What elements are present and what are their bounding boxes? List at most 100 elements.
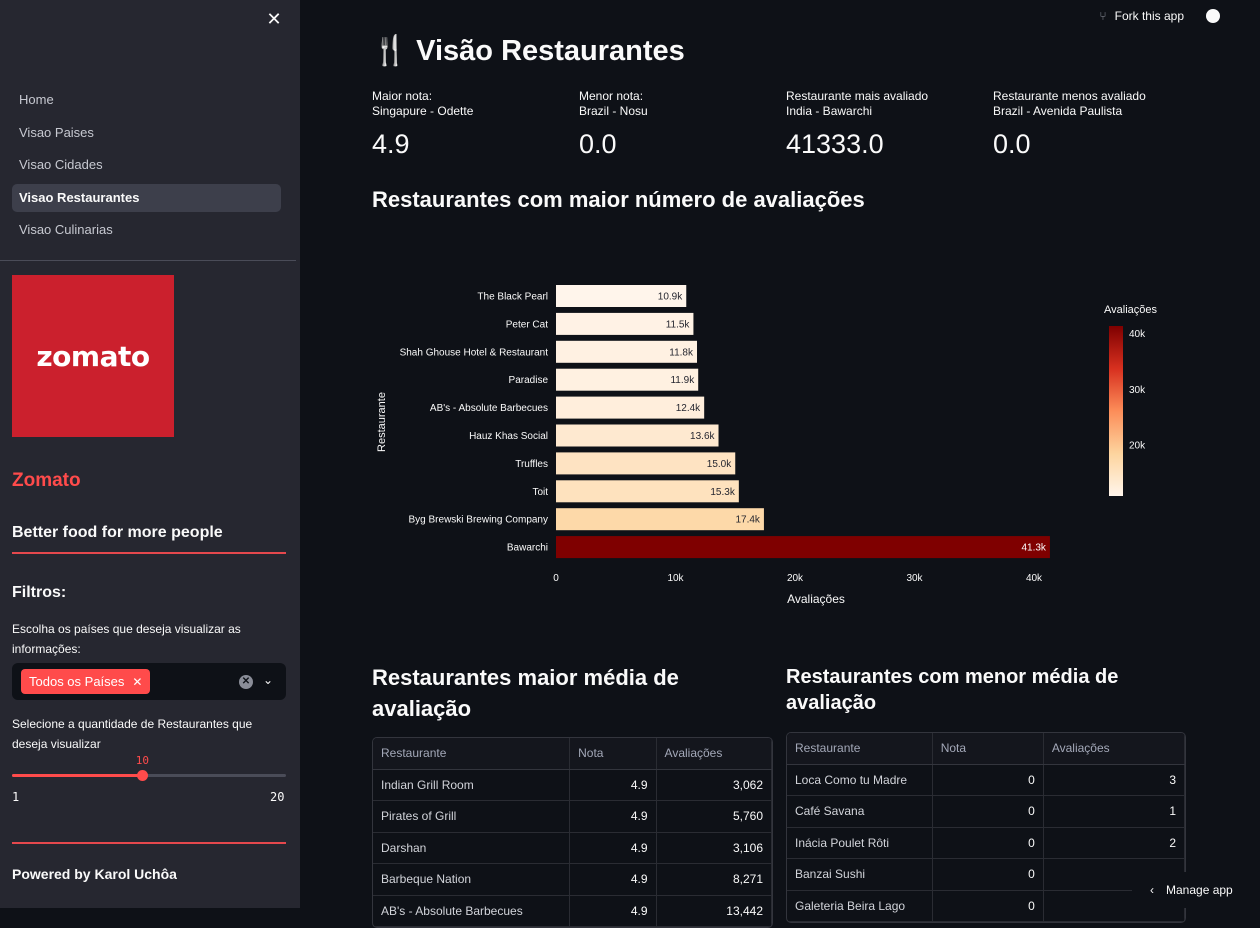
bar <box>556 536 1050 558</box>
chevron-down-icon[interactable]: ⌄ <box>261 673 275 687</box>
table-cell: Barbeque Nation <box>373 864 570 896</box>
table-cell: 3,062 <box>656 769 771 801</box>
colorbar-tick: 20k <box>1129 441 1146 452</box>
table-cell: 1 <box>1043 796 1184 828</box>
data-label: 12.4k <box>676 403 701 414</box>
category-label: Bawarchi <box>507 543 548 554</box>
countries-label: Escolha os países que deseja visualizar … <box>12 619 282 659</box>
table-cell: Loca Como tu Madre <box>787 764 932 796</box>
table-row[interactable]: Barbeque Nation4.98,271 <box>373 864 772 896</box>
table-cell: 4.9 <box>570 801 656 833</box>
table-cell: AB's - Absolute Barbecues <box>373 895 570 927</box>
table-cell: Café Savana <box>787 796 932 828</box>
fork-button[interactable]: Fork this app <box>1115 9 1184 23</box>
table-row[interactable]: AB's - Absolute Barbecues4.913,442 <box>373 895 772 927</box>
slider-value: 10 <box>136 754 149 767</box>
table-cell: Indian Grill Room <box>373 769 570 801</box>
data-label: 11.8k <box>669 347 694 358</box>
table-cell: Galeteria Beira Lago <box>787 890 932 922</box>
table-cell: 13,442 <box>656 895 771 927</box>
filters-title: Filtros: <box>12 584 66 602</box>
brand-title: Zomato <box>12 470 81 492</box>
sidebar-nav: Home Visao Paises Visao Cidades Visao Re… <box>12 86 281 249</box>
x-tick-label: 0 <box>553 573 559 584</box>
category-label: Toit <box>532 487 548 498</box>
column-header[interactable]: Avaliações <box>656 738 771 769</box>
category-label: The Black Pearl <box>477 292 548 303</box>
fork-icon[interactable]: ⑂ <box>1099 9 1106 23</box>
powered-by: Powered by Karol Uchôa <box>12 866 177 882</box>
table-row[interactable]: Pirates of Grill4.95,760 <box>373 801 772 833</box>
clear-all-icon[interactable]: ✕ <box>239 675 253 689</box>
category-label: Truffles <box>515 459 548 470</box>
column-header[interactable]: Nota <box>932 733 1043 764</box>
tagline-divider <box>12 552 286 554</box>
table-cell: 4.9 <box>570 895 656 927</box>
metric-maior-nota: Maior nota:Singapure - Odette4.9 <box>372 89 572 160</box>
worst-table[interactable]: RestauranteNotaAvaliaçõesLoca Como tu Ma… <box>786 732 1186 923</box>
table-cell: 0 <box>932 827 1043 859</box>
table-cell: 4.9 <box>570 832 656 864</box>
metric-mais-avaliado: Restaurante mais avaliadoIndia - Bawarch… <box>786 89 986 160</box>
table-row[interactable]: Indian Grill Room4.93,062 <box>373 769 772 801</box>
table-row[interactable]: Banzai Sushi0 <box>787 859 1185 891</box>
qty-label: Selecione a quantidade de Restaurantes q… <box>12 714 282 754</box>
table-row[interactable]: Darshan4.93,106 <box>373 832 772 864</box>
nav-home[interactable]: Home <box>12 86 281 114</box>
nav-visao-restaurantes[interactable]: Visao Restaurantes <box>12 184 281 212</box>
restaurants-slider[interactable] <box>12 774 286 777</box>
data-label: 15.0k <box>707 459 732 470</box>
data-label: 15.3k <box>710 487 735 498</box>
best-table[interactable]: RestauranteNotaAvaliaçõesIndian Grill Ro… <box>372 737 773 928</box>
y-axis-label: Restaurante <box>376 392 388 452</box>
table-row[interactable]: Inácia Poulet Rôti02 <box>787 827 1185 859</box>
x-tick-label: 40k <box>1026 573 1043 584</box>
table-cell: 0 <box>932 859 1043 891</box>
table-cell: 0 <box>932 764 1043 796</box>
chart-heading: Restaurantes com maior número de avaliaç… <box>372 184 1072 215</box>
slider-thumb[interactable] <box>137 770 148 781</box>
nav-visao-paises[interactable]: Visao Paises <box>12 119 281 147</box>
table-cell: 8,271 <box>656 864 771 896</box>
table-row[interactable]: Loca Como tu Madre03 <box>787 764 1185 796</box>
data-label: 17.4k <box>735 515 760 526</box>
table-row[interactable]: Café Savana01 <box>787 796 1185 828</box>
data-label: 11.9k <box>670 375 695 386</box>
chip-remove-icon[interactable]: ✕ <box>132 675 142 689</box>
metric-menos-avaliado: Restaurante menos avaliadoBrazil - Aveni… <box>993 89 1193 160</box>
table-cell: 5,760 <box>656 801 771 833</box>
table-row[interactable]: Galeteria Beira Lago0 <box>787 890 1185 922</box>
reviews-bar-chart: The Black Pearl10.9kPeter Cat11.5kShah G… <box>370 270 1170 615</box>
column-header[interactable]: Restaurante <box>787 733 932 764</box>
nav-visao-culinarias[interactable]: Visao Culinarias <box>12 216 281 244</box>
data-label: 13.6k <box>690 431 715 442</box>
table-cell: 2 <box>1043 827 1184 859</box>
country-chip: Todos os Países✕ <box>21 669 150 694</box>
column-header[interactable]: Restaurante <box>373 738 570 769</box>
data-label: 10.9k <box>658 292 683 303</box>
data-label: 11.5k <box>666 319 691 330</box>
x-axis-label: Avaliações <box>787 592 845 606</box>
manage-app-button[interactable]: ‹ Manage app <box>1132 872 1260 908</box>
table-cell: Darshan <box>373 832 570 864</box>
github-icon[interactable] <box>1206 9 1220 23</box>
column-header[interactable]: Nota <box>570 738 656 769</box>
close-sidebar-icon[interactable]: ✕ <box>264 9 284 29</box>
colorbar <box>1109 326 1123 496</box>
table-cell: 4.9 <box>570 769 656 801</box>
table-cell: 3 <box>1043 764 1184 796</box>
nav-visao-cidades[interactable]: Visao Cidades <box>12 151 281 179</box>
nav-divider <box>0 260 296 261</box>
bar <box>556 508 764 530</box>
worst-table-heading: Restaurantes com menor média de avaliaçã… <box>786 664 1166 716</box>
column-header[interactable]: Avaliações <box>1043 733 1184 764</box>
table-cell: Banzai Sushi <box>787 859 932 891</box>
category-label: AB's - Absolute Barbecues <box>430 403 548 414</box>
best-table-heading: Restaurantes maior média de avaliação <box>372 662 752 724</box>
table-cell: 0 <box>932 890 1043 922</box>
footer-divider <box>12 842 286 844</box>
countries-multiselect[interactable]: Todos os Países✕ ✕ ⌄ <box>12 663 286 700</box>
table-cell: 4.9 <box>570 864 656 896</box>
category-label: Byg Brewski Brewing Company <box>409 515 549 526</box>
category-label: Hauz Khas Social <box>469 431 548 442</box>
